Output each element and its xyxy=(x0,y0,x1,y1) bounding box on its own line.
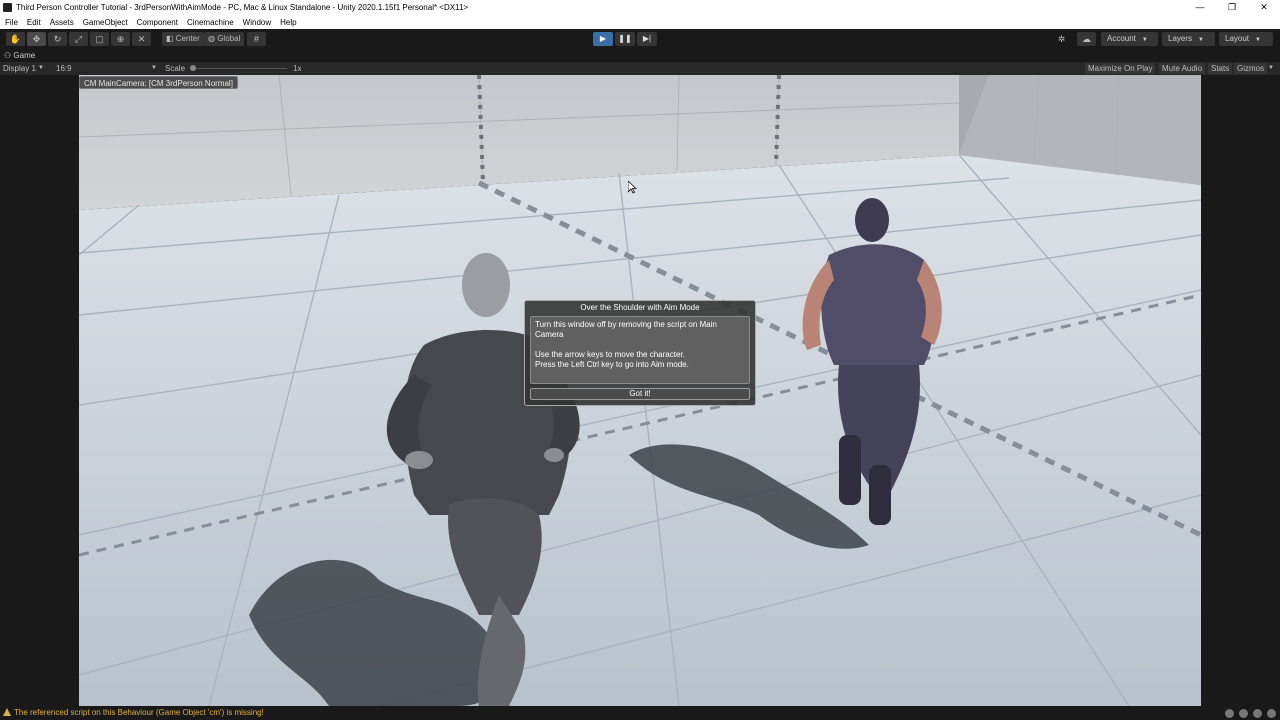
progress-icon[interactable] xyxy=(1239,709,1248,718)
pivot-global-toggle[interactable]: ◍ Global xyxy=(204,32,245,46)
scale-value: 1x xyxy=(293,64,302,73)
bug-icon[interactable] xyxy=(1225,709,1234,718)
layers-label: Layers xyxy=(1168,34,1193,43)
scale-label: Scale xyxy=(165,64,186,73)
cinemachine-camera-label: CM MainCamera: [CM 3rdPerson Normal] xyxy=(79,76,238,89)
game-view-controls: Display 1 ▼ 16:9 ▼ Scale 1x Maximize On … xyxy=(0,62,1280,75)
tab-game-label: Game xyxy=(13,51,36,60)
dialog-body: Turn this window off by removing the scr… xyxy=(530,316,750,384)
chevron-down-icon: ▼ xyxy=(151,65,157,71)
menu-component[interactable]: Component xyxy=(137,18,178,27)
chevron-down-icon: ▼ xyxy=(1141,37,1148,43)
menu-cinemachine[interactable]: Cinemachine xyxy=(187,18,234,27)
step-button[interactable]: ▶| xyxy=(637,32,657,46)
layers-dropdown[interactable]: Layers ▼ xyxy=(1162,32,1215,46)
chevron-down-icon: ▼ xyxy=(38,65,44,71)
maximize-on-play-toggle[interactable]: Maximize On Play xyxy=(1085,63,1156,74)
close-icon[interactable]: ✕ xyxy=(1248,0,1280,15)
game-tab[interactable]: ⚇ Game xyxy=(0,49,1280,62)
minimize-icon[interactable]: — xyxy=(1184,0,1216,15)
aspect-dropdown[interactable]: 16:9 xyxy=(56,62,72,75)
layout-dropdown[interactable]: Layout ▼ xyxy=(1219,32,1273,46)
unity-icon xyxy=(3,3,12,12)
menu-help[interactable]: Help xyxy=(280,18,296,27)
account-dropdown[interactable]: Account ▼ xyxy=(1101,32,1158,46)
scale-slider-knob[interactable] xyxy=(190,65,196,71)
game-view-icon: ⚇ xyxy=(4,51,12,60)
console-warning[interactable]: The referenced script on this Behaviour … xyxy=(3,706,264,720)
chevron-down-icon: ▼ xyxy=(1255,37,1261,43)
scale-slider[interactable] xyxy=(190,65,287,71)
transform-tool-icon[interactable]: ⊕ xyxy=(111,32,130,46)
space-label: Global xyxy=(217,34,241,43)
rect-tool-icon[interactable]: ▢ xyxy=(90,32,109,46)
network-icon[interactable] xyxy=(1267,709,1276,718)
menu-gameobject[interactable]: GameObject xyxy=(83,18,128,27)
floor xyxy=(79,155,1201,706)
main-toolbar: ✋ ✥ ↻ ⤢ ▢ ⊕ ✕ ◧ Center ◍ Global # ▶ ❚❚ ▶… xyxy=(0,29,1280,49)
aim-mode-dialog: Over the Shoulder with Aim Mode Turn thi… xyxy=(524,300,756,406)
menu-assets[interactable]: Assets xyxy=(50,18,74,27)
menu-file[interactable]: File xyxy=(5,18,18,27)
collab-icon[interactable]: ✲ xyxy=(1052,32,1071,46)
grid-snap-icon[interactable]: # xyxy=(247,32,266,46)
layout-label: Layout xyxy=(1225,34,1250,43)
scale-tool-icon[interactable]: ⤢ xyxy=(69,32,88,46)
dialog-text-move: Use the arrow keys to move the character… xyxy=(535,350,685,359)
mouse-cursor-icon xyxy=(628,181,637,194)
window-titlebar: Third Person Controller Tutorial - 3rdPe… xyxy=(0,0,1280,15)
pivot-label: Center xyxy=(175,34,200,43)
restore-icon[interactable]: ❐ xyxy=(1216,0,1248,15)
pivot-center-toggle[interactable]: ◧ Center xyxy=(162,32,204,46)
menu-window[interactable]: Window xyxy=(243,18,271,27)
custom-tool-icon[interactable]: ✕ xyxy=(132,32,151,46)
status-message: The referenced script on this Behaviour … xyxy=(14,708,264,717)
menu-edit[interactable]: Edit xyxy=(27,18,41,27)
chevron-down-icon: ▼ xyxy=(1268,65,1274,71)
stats-toggle[interactable]: Stats xyxy=(1208,63,1233,74)
display-dropdown[interactable]: Display 1 xyxy=(3,62,36,75)
account-label: Account xyxy=(1107,34,1136,43)
rotate-tool-icon[interactable]: ↻ xyxy=(48,32,67,46)
got-it-button[interactable]: Got it! xyxy=(530,388,750,400)
move-tool-icon[interactable]: ✥ xyxy=(27,32,46,46)
status-bar: The referenced script on this Behaviour … xyxy=(0,706,1280,720)
menu-bar: File Edit Assets GameObject Component Ci… xyxy=(0,15,1280,29)
hand-tool-icon[interactable]: ✋ xyxy=(6,32,25,46)
pause-button[interactable]: ❚❚ xyxy=(615,32,635,46)
dialog-text-instructions: Turn this window off by removing the scr… xyxy=(535,320,717,339)
cloud-icon[interactable]: ☁ xyxy=(1077,32,1096,46)
window-title: Third Person Controller Tutorial - 3rdPe… xyxy=(16,3,469,12)
chevron-down-icon: ▼ xyxy=(1198,37,1204,43)
play-button[interactable]: ▶ xyxy=(593,32,613,46)
mute-audio-toggle[interactable]: Mute Audio xyxy=(1159,63,1206,74)
warning-icon xyxy=(3,708,11,716)
dialog-title: Over the Shoulder with Aim Mode xyxy=(580,303,700,312)
lighting-icon[interactable] xyxy=(1253,709,1262,718)
dialog-text-aim: Press the Left Ctrl key to go into Aim m… xyxy=(535,360,689,369)
gizmos-dropdown[interactable]: Gizmos xyxy=(1234,63,1268,74)
